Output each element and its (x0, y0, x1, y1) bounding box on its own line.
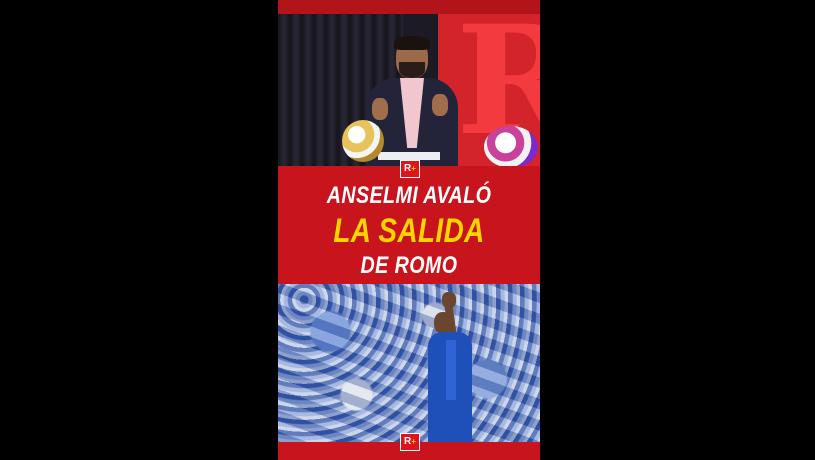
crowd (278, 284, 540, 442)
headline-line-3: DE ROMO (360, 252, 458, 279)
video-frame[interactable]: R R+ ANSELMI AVALÓ LA SALIDA DE ROMO R+ (278, 0, 540, 460)
player-hand (442, 292, 456, 308)
brand-logo-plus: + (411, 164, 416, 173)
presenter-hair (394, 36, 430, 50)
pink-soccer-ball (484, 126, 538, 166)
brand-logo-badge-bottom: R+ (400, 433, 420, 451)
presenter-right-hand (432, 94, 448, 116)
stadium-image (278, 284, 540, 442)
player-head (434, 312, 452, 334)
gold-soccer-ball (342, 120, 384, 162)
player-jersey-stripe (446, 340, 456, 400)
headline-line-1: ANSELMI AVALÓ (326, 182, 492, 209)
studio-desk (378, 152, 440, 160)
player (428, 292, 488, 442)
presenter-beard (399, 62, 425, 78)
studio-image: R (278, 14, 540, 166)
presenter-left-hand (372, 98, 388, 120)
brand-logo-plus-bottom: + (411, 437, 416, 446)
headline-line-2: LA SALIDA (333, 212, 485, 250)
headline: ANSELMI AVALÓ LA SALIDA DE ROMO (278, 176, 540, 278)
top-red-strip (278, 0, 540, 14)
